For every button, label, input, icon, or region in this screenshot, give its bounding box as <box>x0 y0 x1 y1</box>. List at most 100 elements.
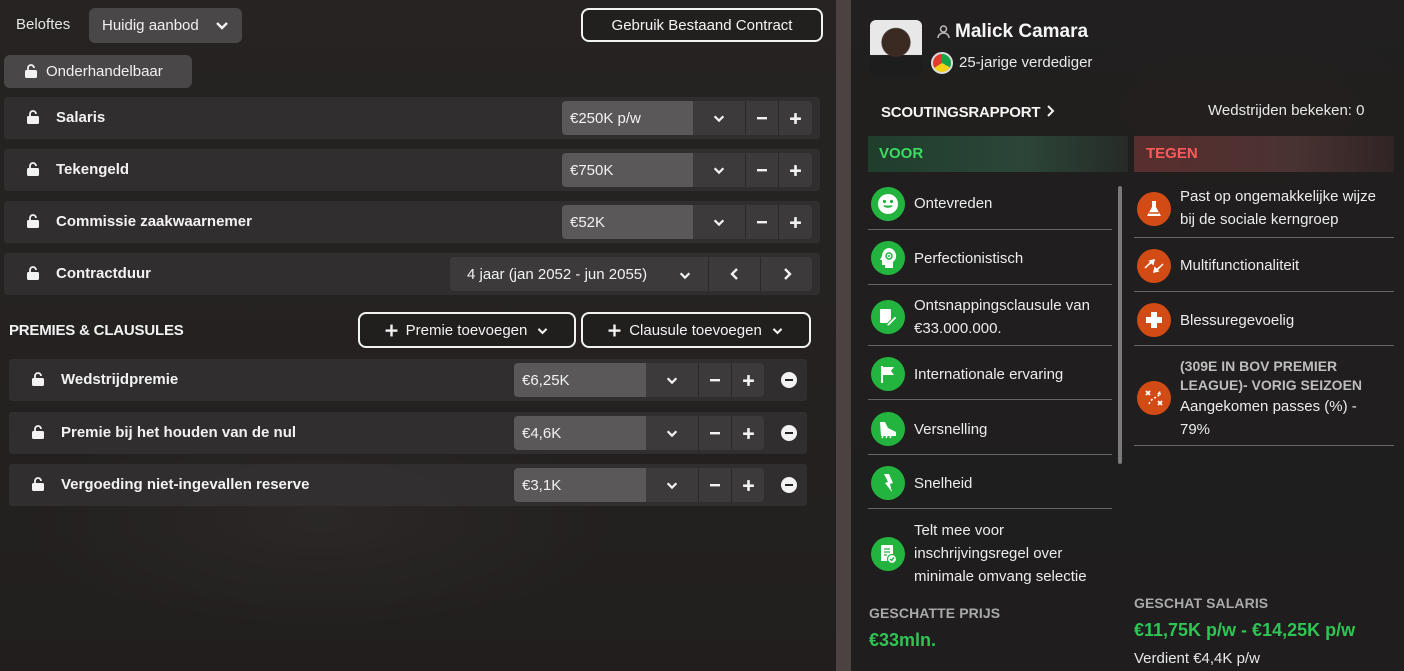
divider <box>868 284 1112 285</box>
match-bonus-dropdown-button[interactable] <box>646 363 698 397</box>
negotiable-button[interactable]: Onderhandelbaar <box>4 55 192 88</box>
agent-fee-value-field[interactable]: €52K <box>562 205 693 239</box>
divider <box>1134 237 1394 238</box>
chevron-left-icon <box>729 268 738 280</box>
minus-icon <box>757 117 767 120</box>
signing-fee-increase-button[interactable] <box>778 153 812 187</box>
match-bonus-decrease-button[interactable] <box>698 363 731 397</box>
unused-sub-increase-button[interactable] <box>731 468 764 502</box>
agent-fee-decrease-button[interactable] <box>745 205 778 239</box>
unused-sub-dropdown-button[interactable] <box>646 468 698 502</box>
matches-seen: Wedstrijden bekeken: 0 <box>1208 102 1365 119</box>
pro-trait-line: minimale omvang selectie <box>914 568 1087 585</box>
remove-bonus-icon[interactable] <box>781 477 797 493</box>
bonus-row-match: Wedstrijdpremie €6,25K <box>9 359 807 401</box>
salary-value-field[interactable]: €250K p/w <box>562 101 693 135</box>
signing-fee-decrease-button[interactable] <box>745 153 778 187</box>
plus-icon <box>742 374 754 386</box>
remove-bonus-icon[interactable] <box>781 372 797 388</box>
plus-icon <box>742 479 754 491</box>
use-existing-contract-label: Gebruik Bestaand Contract <box>611 16 793 34</box>
player-avatar[interactable] <box>870 20 922 76</box>
pros-title: VOOR <box>879 145 924 162</box>
add-clause-button[interactable]: Clausule toevoegen <box>581 312 811 348</box>
contract-length-dropdown[interactable]: 4 jaar (jan 2052 - jun 2055) <box>450 257 708 291</box>
lock-open-icon[interactable] <box>26 162 40 177</box>
scouting-report-link[interactable]: SCOUTINGSRAPPORT <box>881 104 1055 121</box>
pro-trait: Snelheid <box>914 475 973 492</box>
divider <box>868 229 1112 230</box>
contract-length-next-button[interactable] <box>760 257 812 291</box>
con-trait: Blessuregevoelig <box>1180 312 1295 329</box>
smiley-icon <box>871 187 905 221</box>
salary-dropdown-button[interactable] <box>693 101 745 135</box>
con-trait: (309E IN BOV PREMIER LEAGUE)- VORIG SEIZ… <box>1180 357 1362 441</box>
agent-fee-dropdown-button[interactable] <box>693 205 745 239</box>
scouting-report-label: SCOUTINGSRAPPORT <box>881 104 1041 121</box>
use-existing-contract-button[interactable]: Gebruik Bestaand Contract <box>581 8 823 42</box>
lock-open-icon[interactable] <box>31 477 45 492</box>
signing-fee-value-field[interactable]: €750K <box>562 153 693 187</box>
clean-sheet-value-field[interactable]: €4,6K <box>514 416 646 450</box>
boot-icon <box>871 412 905 446</box>
panel-divider <box>836 0 851 671</box>
person-icon <box>937 25 950 39</box>
match-bonus-value-field[interactable]: €6,25K <box>514 363 646 397</box>
pro-trait-line: €33.000.000. <box>914 320 1002 337</box>
con-trait-heading: LEAGUE)- VORIG SEIZOEN <box>1180 377 1363 393</box>
unused-sub-value-field[interactable]: €3,1K <box>514 468 646 502</box>
medical-cross-icon <box>1137 303 1171 337</box>
current-earnings: Verdient €4,4K p/w <box>1134 650 1260 667</box>
pro-trait: Ontsnappingsclausule van €33.000.000. <box>914 294 1090 340</box>
offer-dropdown[interactable]: Huidig aanbod <box>89 8 242 43</box>
salary-decrease-button[interactable] <box>745 101 778 135</box>
swap-arrows-icon <box>1137 249 1171 283</box>
signing-fee-dropdown-button[interactable] <box>693 153 745 187</box>
pro-trait: Ontevreden <box>914 195 993 212</box>
lock-open-icon[interactable] <box>26 214 40 229</box>
lock-open-icon[interactable] <box>26 266 40 281</box>
contract-length-prev-button[interactable] <box>708 257 760 291</box>
divider <box>1134 345 1394 346</box>
chevron-down-icon <box>216 22 228 30</box>
con-trait-line: Aangekomen passes (%) - <box>1180 398 1357 415</box>
divider <box>868 399 1112 400</box>
con-trait-line: 79% <box>1180 421 1211 438</box>
con-trait-line: bij de sociale kerngroep <box>1180 211 1339 228</box>
estimated-salary-label: GESCHAT SALARIS <box>1134 595 1269 611</box>
chevron-down-icon <box>713 219 725 227</box>
chevron-down-icon <box>666 482 678 490</box>
clean-sheet-dropdown-button[interactable] <box>646 416 698 450</box>
checklist-icon <box>871 537 905 571</box>
term-row-salary: Salaris €250K p/w <box>4 97 820 139</box>
lock-open-icon[interactable] <box>31 425 45 440</box>
unused-sub-decrease-button[interactable] <box>698 468 731 502</box>
clean-sheet-decrease-button[interactable] <box>698 416 731 450</box>
plus-icon <box>790 216 801 228</box>
term-label: Salaris <box>56 109 106 126</box>
pros-scrollbar[interactable] <box>1118 186 1122 464</box>
divider <box>1134 445 1394 446</box>
add-bonus-button[interactable]: Premie toevoegen <box>358 312 576 348</box>
match-bonus-increase-button[interactable] <box>731 363 764 397</box>
salary-increase-button[interactable] <box>778 101 812 135</box>
match-bonus-value: €6,25K <box>522 371 570 389</box>
contract-pen-icon <box>871 300 905 334</box>
chevron-down-icon <box>772 327 783 334</box>
lightning-icon <box>871 466 905 500</box>
clean-sheet-increase-button[interactable] <box>731 416 764 450</box>
term-label: Commissie zaakwaarnemer <box>56 213 252 230</box>
lock-open-icon[interactable] <box>31 372 45 387</box>
add-clause-label: Clausule toevoegen <box>629 321 762 339</box>
estimated-price-label: GESCHATTE PRIJS <box>869 605 1001 621</box>
term-row-contract-length: Contractduur 4 jaar (jan 2052 - jun 2055… <box>4 253 820 295</box>
player-name[interactable]: Malick Camara <box>955 21 1088 43</box>
negotiable-label: Onderhandelbaar <box>46 63 163 80</box>
remove-bonus-icon[interactable] <box>781 425 797 441</box>
lock-open-icon[interactable] <box>26 110 40 125</box>
minus-icon <box>757 169 767 172</box>
clean-sheet-value: €4,6K <box>522 424 562 442</box>
bonus-label: Wedstrijdpremie <box>61 371 179 388</box>
agent-fee-increase-button[interactable] <box>778 205 812 239</box>
pro-trait: Perfectionistisch <box>914 250 1024 267</box>
